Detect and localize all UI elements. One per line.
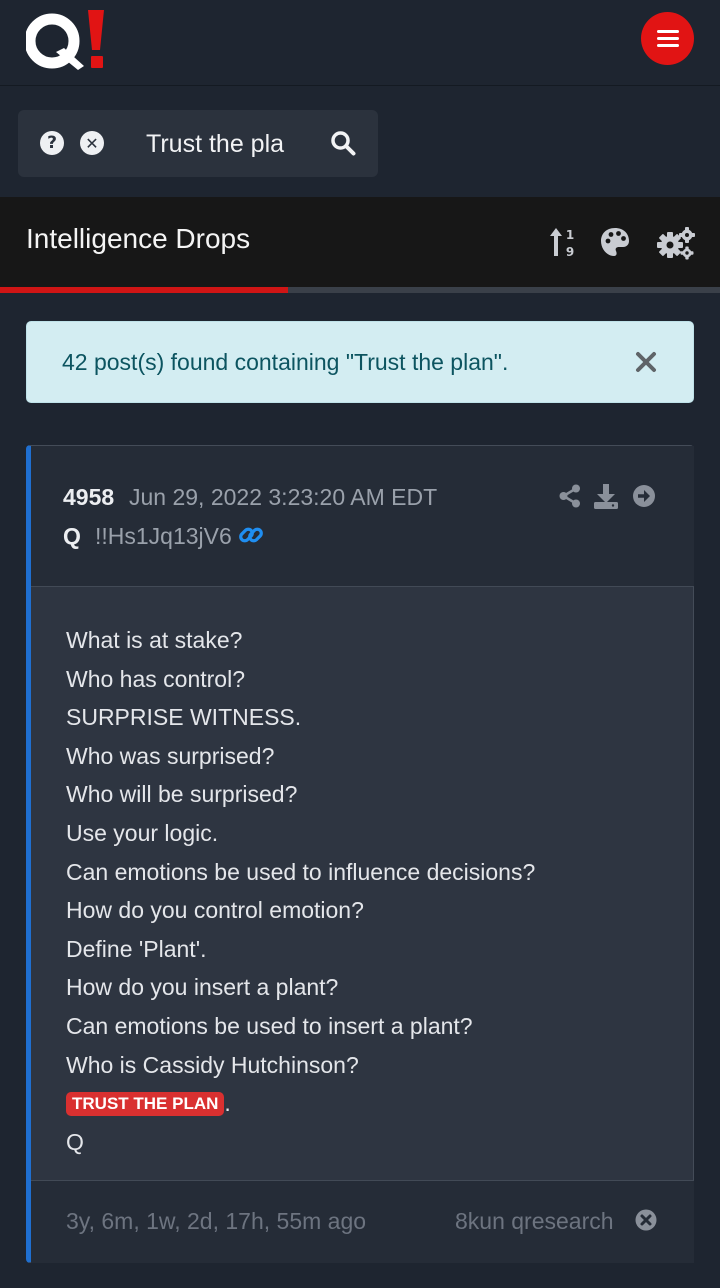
post-line: TRUST THE PLAN. xyxy=(66,1089,666,1128)
post-line: Define 'Plant'. xyxy=(66,935,207,962)
cogs-icon[interactable] xyxy=(656,226,696,260)
close-icon[interactable] xyxy=(633,349,659,375)
post-line: Who will be surprised? xyxy=(66,781,298,808)
post-line: How do you control emotion? xyxy=(66,897,364,924)
post-body: What is at stake? Who has control? SURPRIS… xyxy=(66,626,666,1166)
search-result-alert: 42 post(s) found containing "Trust the p… xyxy=(26,321,694,403)
svg-text:1: 1 xyxy=(566,228,574,242)
post-author: Q xyxy=(63,523,81,549)
question-circle-icon[interactable]: ? xyxy=(40,131,64,155)
hamburger-menu-icon xyxy=(656,29,679,48)
post-line: SURPRISE WITNESS. xyxy=(66,704,302,731)
svg-text:9: 9 xyxy=(566,245,574,258)
tag-suffix: . xyxy=(224,1090,231,1117)
share-icon[interactable] xyxy=(559,484,581,508)
page-title: Intelligence Drops xyxy=(26,223,251,254)
post-line: Who was surprised? xyxy=(66,742,275,769)
top-bar xyxy=(0,0,720,86)
download-icon[interactable] xyxy=(594,484,618,509)
times-circle-icon[interactable] xyxy=(635,1209,657,1231)
section-bar: Intelligence Drops 1 9 xyxy=(0,197,720,287)
alert-text: 42 post(s) found containing "Trust the p… xyxy=(62,349,509,375)
post-age: 3y, 6m, 1w, 2d, 17h, 55m ago xyxy=(66,1208,367,1234)
search-icon[interactable] xyxy=(330,130,356,156)
post-line: What is at stake? xyxy=(66,627,243,653)
menu-button[interactable] xyxy=(641,12,694,65)
search-box: ? ✕ xyxy=(18,110,378,177)
times-circle-icon[interactable]: ✕ xyxy=(80,131,104,155)
trust-the-plan-tag[interactable]: TRUST THE PLAN xyxy=(66,1092,225,1117)
post-signature: Q xyxy=(66,1128,84,1155)
link-icon[interactable] xyxy=(238,522,264,548)
post-line: Who has control? xyxy=(66,665,245,692)
q-logo[interactable] xyxy=(26,10,106,72)
post-source[interactable]: 8kun qresearch xyxy=(455,1208,614,1235)
post-tripcode: !!Hs1Jq13jV6 xyxy=(95,523,232,549)
palette-icon[interactable] xyxy=(599,226,631,258)
post-line: Use your logic. xyxy=(66,819,219,846)
post-line: How do you insert a plant? xyxy=(66,974,339,1001)
progress-fill xyxy=(0,287,288,293)
progress-bar xyxy=(0,287,720,293)
post-card: 4958 Jun 29, 2022 3:23:20 AM EDT Q !!Hs1… xyxy=(26,445,694,1263)
post-footer: 3y, 6m, 1w, 2d, 17h, 55m ago 8kun qresea… xyxy=(31,1180,694,1263)
post-line: Can emotions be used to insert a plant? xyxy=(66,1012,473,1039)
post-number[interactable]: 4958 xyxy=(63,484,114,511)
post-line: Who is Cassidy Hutchinson? xyxy=(66,1051,359,1078)
post-line: Can emotions be used to influence decisi… xyxy=(66,858,536,885)
post-date: Jun 29, 2022 3:23:20 AM EDT xyxy=(129,484,438,510)
post-header: 4958 Jun 29, 2022 3:23:20 AM EDT Q !!Hs1… xyxy=(31,446,694,587)
search-input[interactable] xyxy=(146,126,326,162)
sort-numeric-icon[interactable]: 1 9 xyxy=(548,226,578,258)
arrow-circle-right-icon[interactable] xyxy=(632,484,656,508)
